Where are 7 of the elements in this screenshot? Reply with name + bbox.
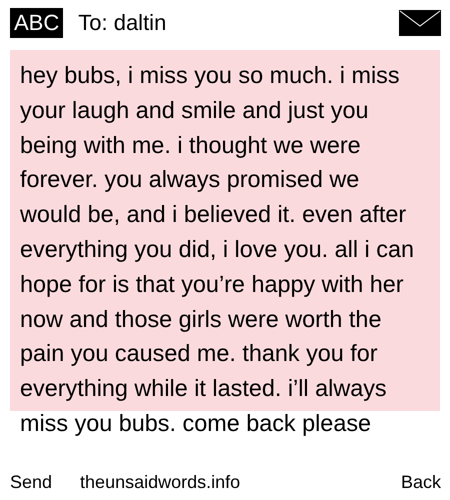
recipient-label: To: daltin xyxy=(78,10,168,36)
back-softkey[interactable]: Back xyxy=(400,472,441,492)
message-text: hey bubs, i miss you so much. i miss your laugh and smile and just you being with me. i thought we were forever. you always promised we would be, and i believed it. even after everything you did, i love you. all i can hope for is that you’re happy with her now and those girls were worth the pain you caused me. thank you for everything while it lasted. i’ll always miss you bubs. come back please xyxy=(20,61,415,438)
envelope-icon xyxy=(399,10,441,36)
send-softkey[interactable]: Send xyxy=(10,472,52,492)
input-mode-badge: ABC xyxy=(10,8,64,38)
website-label: theunsaidwords.info xyxy=(80,472,242,492)
